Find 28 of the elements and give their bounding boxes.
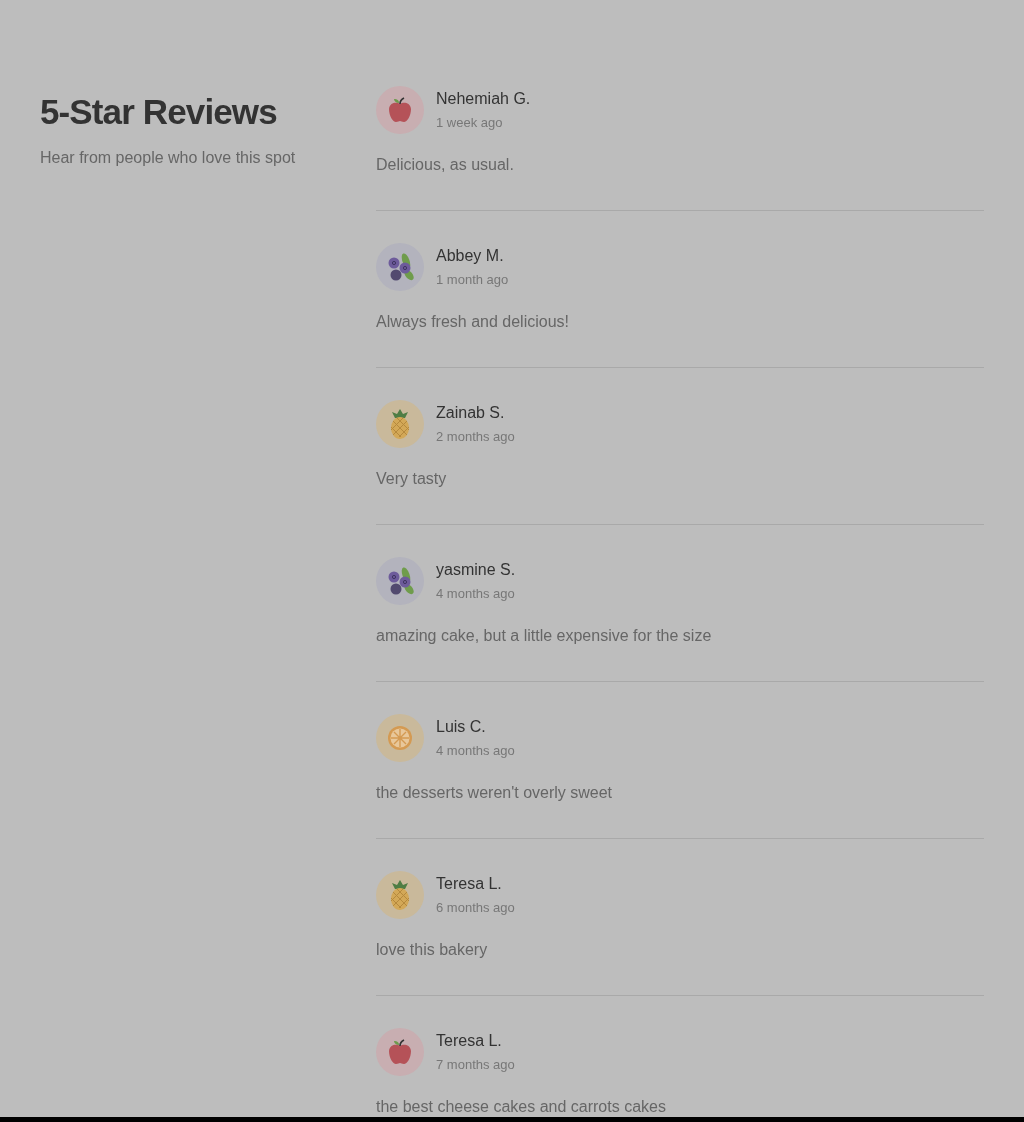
- review-text: Always fresh and delicious!: [376, 312, 570, 332]
- apple-icon: [386, 95, 414, 125]
- review-text: Delicious, as usual.: [376, 155, 515, 175]
- reviewer-name: yasmine S.: [436, 560, 516, 580]
- section-title: 5-Star Reviews: [40, 91, 278, 133]
- review-text: the best cheese cakes and carrots cakes: [376, 1097, 667, 1117]
- reviewer-name: Teresa L.: [436, 874, 503, 894]
- review-date: 4 months ago: [436, 585, 516, 603]
- reviewer-name: Zainab S.: [436, 403, 506, 423]
- reviewer-name: Luis C.: [436, 717, 487, 737]
- review-date: 7 months ago: [436, 1056, 515, 1074]
- reviewer-name: Abbey M.: [436, 246, 505, 266]
- review-date: 6 months ago: [436, 899, 515, 917]
- review-date: 1 month ago: [436, 271, 509, 289]
- review-text: Very tasty: [376, 469, 448, 489]
- section-subtitle: Hear from people who love this spot: [40, 148, 297, 168]
- apple-icon: [386, 1037, 414, 1067]
- review-date: 4 months ago: [436, 742, 515, 760]
- review-text: love this bakery: [376, 940, 489, 960]
- review-date: 2 months ago: [436, 428, 515, 446]
- review-text: amazing cake, but a little expensive for the size: [376, 626, 713, 646]
- reviewer-name: Teresa L.: [436, 1031, 503, 1051]
- citrus-slice-icon: [386, 724, 414, 752]
- review-text: the desserts weren't overly sweet: [376, 783, 614, 803]
- pineapple-icon: [388, 407, 412, 441]
- review-date: 1 week ago: [436, 114, 504, 132]
- pineapple-icon: [388, 878, 412, 912]
- reviewer-name: Nehemiah G.: [436, 89, 531, 109]
